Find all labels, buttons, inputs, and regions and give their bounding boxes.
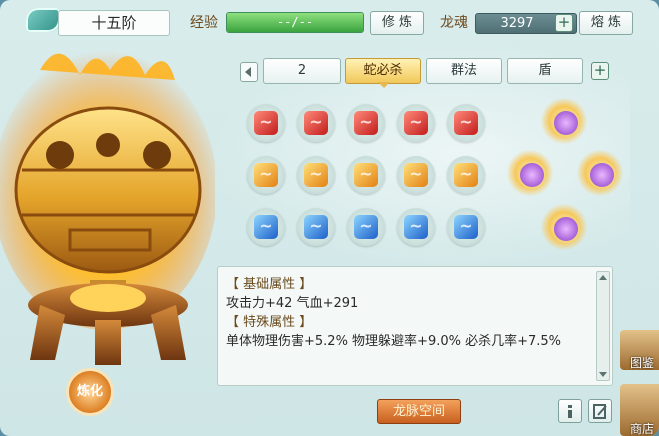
gem-stone-icon [404, 215, 428, 239]
info-button[interactable] [558, 399, 582, 423]
gem-stone-icon [254, 215, 278, 239]
tab-qun-fa[interactable]: 群法 [426, 58, 502, 84]
blue-gem[interactable] [447, 208, 485, 246]
refine-button[interactable]: 炼化 [66, 368, 114, 416]
exp-value: --/-- [276, 15, 314, 29]
smelt-button[interactable]: 熔 炼 [579, 11, 633, 35]
blue-gem[interactable] [397, 208, 435, 246]
page-number: 2 [263, 58, 341, 84]
blue-gem[interactable] [247, 208, 285, 246]
soul-label: 龙魂 [440, 15, 468, 31]
orange-gem[interactable] [447, 156, 485, 194]
info-icon [568, 405, 572, 418]
gem-stone-icon [354, 163, 378, 187]
active-tab-pointer [378, 82, 390, 88]
blue-gem[interactable] [347, 208, 385, 246]
atlas-label: 图鉴 [630, 356, 655, 370]
base-attr-title: 【 基础属性 】 [226, 277, 313, 292]
add-tab-button[interactable]: + [591, 62, 609, 80]
gem-stone-icon [454, 111, 478, 135]
purple-orb-icon [518, 161, 546, 189]
prev-page-button[interactable] [240, 62, 258, 82]
special-attr-title: 【 特殊属性 】 [226, 315, 313, 330]
gem-stone-icon [304, 215, 328, 239]
red-gem[interactable] [347, 104, 385, 142]
shop-side-button[interactable]: 商店 [620, 384, 659, 436]
red-gem[interactable] [297, 104, 335, 142]
soul-value: 3297 [500, 16, 534, 31]
tab-she-bi-sha[interactable]: 蛇必杀 [345, 58, 421, 84]
gem-stone-icon [454, 163, 478, 187]
star-gem-slot[interactable] [507, 150, 553, 196]
blue-gem[interactable] [297, 208, 335, 246]
orange-gem[interactable] [397, 156, 435, 194]
shop-label: 商店 [630, 422, 655, 436]
edit-button[interactable] [588, 399, 612, 423]
gem-stone-icon [354, 111, 378, 135]
dragon-logo-icon [26, 8, 60, 32]
orange-gem[interactable] [297, 156, 335, 194]
attribute-panel: 【 基础属性 】 攻击力+42 气血+291 【 特殊属性 】 单体物理伤害+5… [217, 266, 613, 386]
soul-add-button[interactable]: + [555, 14, 573, 32]
edit-icon [593, 404, 607, 419]
red-gem[interactable] [247, 104, 285, 142]
orange-gem[interactable] [347, 156, 385, 194]
scroll-down-icon[interactable] [599, 372, 607, 377]
dragon-vein-space-button[interactable]: 龙脉空间 [377, 399, 461, 424]
scroll-up-icon[interactable] [599, 275, 607, 280]
purple-orb-icon [552, 109, 580, 137]
gem-stone-icon [404, 111, 428, 135]
cultivate-button[interactable]: 修 炼 [370, 11, 424, 35]
exp-label: 经验 [190, 15, 218, 31]
exp-bar: --/-- [226, 12, 364, 33]
red-gem[interactable] [447, 104, 485, 142]
attr-scrollbar[interactable] [596, 271, 610, 381]
purple-orb-icon [588, 161, 616, 189]
gem-stone-icon [454, 215, 478, 239]
dragon-vein-panel: 十五阶 经验 --/-- 修 炼 龙魂 3297 + 熔 炼 2 蛇必杀 群法 … [0, 0, 659, 436]
tab-dun[interactable]: 盾 [507, 58, 583, 84]
purple-orb-icon [552, 215, 580, 243]
tier-label: 十五阶 [58, 10, 170, 36]
top-bar: 十五阶 经验 --/-- 修 炼 龙魂 3297 + 熔 炼 [0, 0, 659, 40]
gem-stone-icon [304, 163, 328, 187]
gem-stone-icon [354, 215, 378, 239]
base-attr-values: 攻击力+42 气血+291 [226, 296, 359, 311]
gem-stone-icon [254, 163, 278, 187]
orange-gem[interactable] [247, 156, 285, 194]
gem-stone-icon [304, 111, 328, 135]
star-gem-slot[interactable] [541, 204, 587, 250]
special-attr-values: 单体物理伤害+5.2% 物理躲避率+9.0% 必杀几率+7.5% [226, 334, 562, 349]
star-gem-slot[interactable] [541, 98, 587, 144]
dragon-cauldron-image [0, 40, 217, 370]
red-gem[interactable] [397, 104, 435, 142]
atlas-side-button[interactable]: 图鉴 [620, 330, 659, 370]
gem-stone-icon [404, 163, 428, 187]
gem-stone-icon [254, 111, 278, 135]
star-gem-slot[interactable] [577, 150, 623, 196]
